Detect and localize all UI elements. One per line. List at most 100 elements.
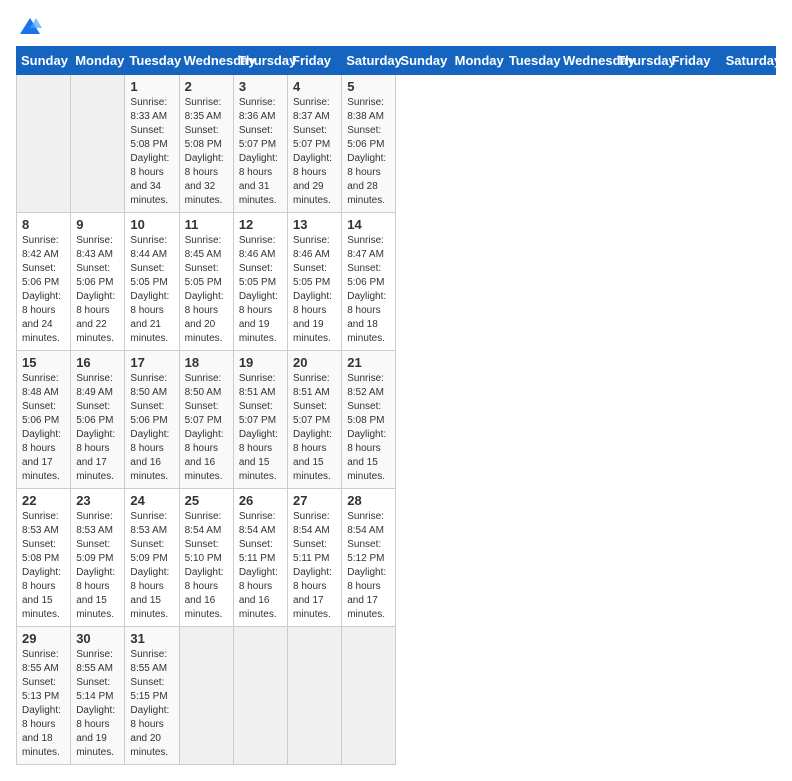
day-cell-22: 22 Sunrise: 8:53 AMSunset: 5:08 PMDaylig…	[17, 489, 71, 627]
day-cell-17: 17 Sunrise: 8:50 AMSunset: 5:06 PMDaylig…	[125, 351, 179, 489]
day-info: Sunrise: 8:51 AMSunset: 5:07 PMDaylight:…	[293, 373, 332, 482]
empty-cell	[71, 75, 125, 213]
day-number: 12	[239, 217, 282, 232]
day-info: Sunrise: 8:38 AMSunset: 5:06 PMDaylight:…	[347, 97, 386, 206]
day-info: Sunrise: 8:52 AMSunset: 5:08 PMDaylight:…	[347, 373, 386, 482]
empty-cell	[17, 75, 71, 213]
day-cell-2: 2 Sunrise: 8:35 AMSunset: 5:08 PMDayligh…	[179, 75, 233, 213]
day-info: Sunrise: 8:53 AMSunset: 5:09 PMDaylight:…	[130, 511, 169, 620]
col-header-sunday: Sunday	[396, 47, 450, 75]
day-number: 5	[347, 79, 390, 94]
day-number: 30	[76, 631, 119, 646]
day-cell-10: 10 Sunrise: 8:44 AMSunset: 5:05 PMDaylig…	[125, 213, 179, 351]
empty-cell	[233, 627, 287, 765]
day-cell-9: 9 Sunrise: 8:43 AMSunset: 5:06 PMDayligh…	[71, 213, 125, 351]
day-number: 10	[130, 217, 173, 232]
day-number: 4	[293, 79, 336, 94]
day-cell-21: 21 Sunrise: 8:52 AMSunset: 5:08 PMDaylig…	[342, 351, 396, 489]
day-info: Sunrise: 8:55 AMSunset: 5:15 PMDaylight:…	[130, 649, 169, 758]
day-number: 15	[22, 355, 65, 370]
header-monday: Monday	[71, 47, 125, 75]
col-header-friday: Friday	[667, 47, 721, 75]
day-cell-19: 19 Sunrise: 8:51 AMSunset: 5:07 PMDaylig…	[233, 351, 287, 489]
day-info: Sunrise: 8:53 AMSunset: 5:09 PMDaylight:…	[76, 511, 115, 620]
header-tuesday: Tuesday	[125, 47, 179, 75]
calendar-header-row: SundayMondayTuesdayWednesdayThursdayFrid…	[17, 47, 776, 75]
day-info: Sunrise: 8:46 AMSunset: 5:05 PMDaylight:…	[239, 235, 278, 344]
day-number: 17	[130, 355, 173, 370]
day-info: Sunrise: 8:42 AMSunset: 5:06 PMDaylight:…	[22, 235, 61, 344]
day-cell-29: 29 Sunrise: 8:55 AMSunset: 5:13 PMDaylig…	[17, 627, 71, 765]
day-info: Sunrise: 8:54 AMSunset: 5:11 PMDaylight:…	[239, 511, 278, 620]
day-number: 24	[130, 493, 173, 508]
header-saturday: Saturday	[342, 47, 396, 75]
day-info: Sunrise: 8:36 AMSunset: 5:07 PMDaylight:…	[239, 97, 278, 206]
header-wednesday: Wednesday	[179, 47, 233, 75]
week-row-5: 29 Sunrise: 8:55 AMSunset: 5:13 PMDaylig…	[17, 627, 776, 765]
day-info: Sunrise: 8:47 AMSunset: 5:06 PMDaylight:…	[347, 235, 386, 344]
day-number: 29	[22, 631, 65, 646]
day-info: Sunrise: 8:55 AMSunset: 5:13 PMDaylight:…	[22, 649, 61, 758]
day-number: 11	[185, 217, 228, 232]
day-cell-11: 11 Sunrise: 8:45 AMSunset: 5:05 PMDaylig…	[179, 213, 233, 351]
day-number: 26	[239, 493, 282, 508]
day-cell-28: 28 Sunrise: 8:54 AMSunset: 5:12 PMDaylig…	[342, 489, 396, 627]
day-number: 23	[76, 493, 119, 508]
day-number: 22	[22, 493, 65, 508]
day-info: Sunrise: 8:50 AMSunset: 5:06 PMDaylight:…	[130, 373, 169, 482]
day-info: Sunrise: 8:37 AMSunset: 5:07 PMDaylight:…	[293, 97, 332, 206]
col-header-tuesday: Tuesday	[504, 47, 558, 75]
day-info: Sunrise: 8:53 AMSunset: 5:08 PMDaylight:…	[22, 511, 61, 620]
col-header-saturday: Saturday	[721, 47, 775, 75]
day-cell-8: 8 Sunrise: 8:42 AMSunset: 5:06 PMDayligh…	[17, 213, 71, 351]
empty-cell	[288, 627, 342, 765]
day-number: 18	[185, 355, 228, 370]
page-header	[16, 16, 776, 36]
day-cell-25: 25 Sunrise: 8:54 AMSunset: 5:10 PMDaylig…	[179, 489, 233, 627]
week-row-1: 1 Sunrise: 8:33 AMSunset: 5:08 PMDayligh…	[17, 75, 776, 213]
day-number: 19	[239, 355, 282, 370]
day-info: Sunrise: 8:54 AMSunset: 5:12 PMDaylight:…	[347, 511, 386, 620]
day-info: Sunrise: 8:43 AMSunset: 5:06 PMDaylight:…	[76, 235, 115, 344]
day-cell-4: 4 Sunrise: 8:37 AMSunset: 5:07 PMDayligh…	[288, 75, 342, 213]
day-info: Sunrise: 8:54 AMSunset: 5:10 PMDaylight:…	[185, 511, 224, 620]
col-header-thursday: Thursday	[613, 47, 667, 75]
week-row-2: 8 Sunrise: 8:42 AMSunset: 5:06 PMDayligh…	[17, 213, 776, 351]
day-info: Sunrise: 8:35 AMSunset: 5:08 PMDaylight:…	[185, 97, 224, 206]
week-row-4: 22 Sunrise: 8:53 AMSunset: 5:08 PMDaylig…	[17, 489, 776, 627]
day-cell-23: 23 Sunrise: 8:53 AMSunset: 5:09 PMDaylig…	[71, 489, 125, 627]
day-number: 14	[347, 217, 390, 232]
day-info: Sunrise: 8:50 AMSunset: 5:07 PMDaylight:…	[185, 373, 224, 482]
day-cell-1: 1 Sunrise: 8:33 AMSunset: 5:08 PMDayligh…	[125, 75, 179, 213]
day-info: Sunrise: 8:49 AMSunset: 5:06 PMDaylight:…	[76, 373, 115, 482]
empty-cell	[342, 627, 396, 765]
day-number: 20	[293, 355, 336, 370]
logo	[16, 16, 42, 36]
day-number: 9	[76, 217, 119, 232]
day-cell-27: 27 Sunrise: 8:54 AMSunset: 5:11 PMDaylig…	[288, 489, 342, 627]
day-info: Sunrise: 8:33 AMSunset: 5:08 PMDaylight:…	[130, 97, 169, 206]
header-thursday: Thursday	[233, 47, 287, 75]
day-cell-14: 14 Sunrise: 8:47 AMSunset: 5:06 PMDaylig…	[342, 213, 396, 351]
day-cell-3: 3 Sunrise: 8:36 AMSunset: 5:07 PMDayligh…	[233, 75, 287, 213]
day-number: 2	[185, 79, 228, 94]
day-info: Sunrise: 8:44 AMSunset: 5:05 PMDaylight:…	[130, 235, 169, 344]
day-number: 27	[293, 493, 336, 508]
empty-cell	[179, 627, 233, 765]
day-number: 21	[347, 355, 390, 370]
day-cell-20: 20 Sunrise: 8:51 AMSunset: 5:07 PMDaylig…	[288, 351, 342, 489]
day-cell-31: 31 Sunrise: 8:55 AMSunset: 5:15 PMDaylig…	[125, 627, 179, 765]
logo-icon	[18, 16, 42, 36]
day-cell-13: 13 Sunrise: 8:46 AMSunset: 5:05 PMDaylig…	[288, 213, 342, 351]
day-info: Sunrise: 8:45 AMSunset: 5:05 PMDaylight:…	[185, 235, 224, 344]
day-info: Sunrise: 8:46 AMSunset: 5:05 PMDaylight:…	[293, 235, 332, 344]
day-cell-30: 30 Sunrise: 8:55 AMSunset: 5:14 PMDaylig…	[71, 627, 125, 765]
col-header-monday: Monday	[450, 47, 504, 75]
day-cell-15: 15 Sunrise: 8:48 AMSunset: 5:06 PMDaylig…	[17, 351, 71, 489]
calendar-table: SundayMondayTuesdayWednesdayThursdayFrid…	[16, 46, 776, 765]
week-row-3: 15 Sunrise: 8:48 AMSunset: 5:06 PMDaylig…	[17, 351, 776, 489]
day-number: 1	[130, 79, 173, 94]
day-cell-26: 26 Sunrise: 8:54 AMSunset: 5:11 PMDaylig…	[233, 489, 287, 627]
day-number: 25	[185, 493, 228, 508]
day-number: 16	[76, 355, 119, 370]
